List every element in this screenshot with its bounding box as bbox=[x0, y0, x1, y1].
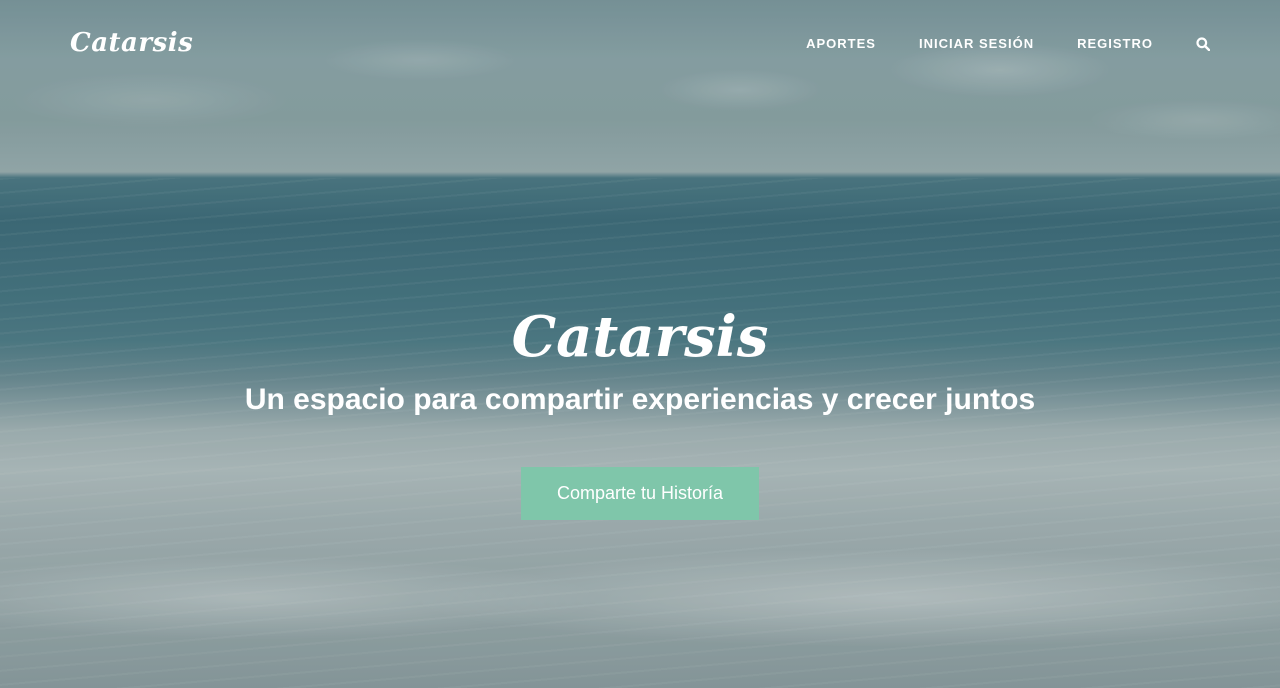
brand-logo[interactable]: Catarsis bbox=[70, 28, 193, 58]
hero-section: Catarsis APORTES INICIAR SESIÓN REGISTRO… bbox=[0, 0, 1280, 688]
nav-link-aportes[interactable]: APORTES bbox=[806, 36, 876, 51]
hero-title: Catarsis bbox=[511, 304, 769, 370]
share-story-button[interactable]: Comparte tu Historía bbox=[521, 467, 759, 520]
hero-subtitle: Un espacio para compartir experiencias y… bbox=[244, 383, 1036, 416]
nav-links: APORTES INICIAR SESIÓN REGISTRO bbox=[763, 36, 1211, 52]
nav-link-iniciar-sesion[interactable]: INICIAR SESIÓN bbox=[919, 36, 1034, 51]
search-icon bbox=[1196, 37, 1211, 52]
navbar: Catarsis APORTES INICIAR SESIÓN REGISTRO bbox=[0, 0, 1280, 86]
hero-content: Catarsis Un espacio para compartir exper… bbox=[0, 300, 1280, 520]
nav-link-registro[interactable]: REGISTRO bbox=[1077, 36, 1153, 51]
search-button[interactable] bbox=[1196, 36, 1211, 52]
